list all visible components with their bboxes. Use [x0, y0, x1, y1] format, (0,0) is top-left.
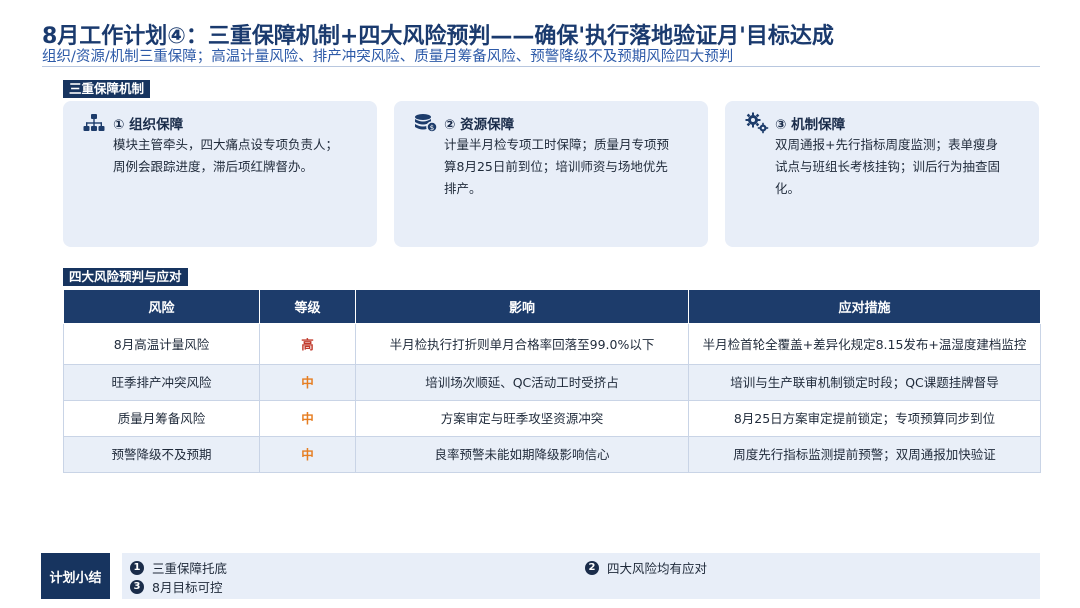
table-header-row: 风险 等级 影响 应对措施 — [63, 289, 1041, 324]
card-line: 试点与班组长考核挂钩；训后行为抽查固 — [775, 159, 1001, 174]
column-header-risk: 风险 — [63, 289, 260, 324]
cell-risk: 旺季排产冲突风险 — [63, 364, 260, 401]
card-body: 计量半月检专项工时保障；质量月专项预 算8月25日前到位；培训师资与场地优先 排… — [444, 134, 692, 200]
coin-stack-icon: $ — [414, 113, 440, 133]
card-line: 计量半月检专项工时保障；质量月专项预 — [444, 137, 670, 152]
summary-label: 计划小结 — [41, 553, 110, 599]
card-line: 双周通报+先行指标周度监测；表单瘦身 — [775, 137, 998, 152]
cell-level: 中 — [259, 364, 356, 401]
section-label-guarantee: 三重保障机制 — [63, 80, 151, 98]
cell-level: 中 — [259, 436, 356, 473]
summary-item: 1 三重保障托底 — [130, 558, 227, 577]
summary-item: 2 四大风险均有应对 — [585, 558, 707, 577]
table-row: 旺季排产冲突风险 中 培训场次顺延、QC活动工时受挤占 培训与生产联审机制锁定时… — [63, 364, 1041, 401]
cell-risk: 预警降级不及预期 — [63, 436, 260, 473]
cell-measure: 8月25日方案审定提前锁定；专项预算同步到位 — [688, 400, 1041, 437]
gears-icon — [745, 112, 771, 134]
table-row: 预警降级不及预期 中 良率预警未能如期降级影响信心 周度先行指标监测提前预警；双… — [63, 436, 1041, 473]
table-row: 8月高温计量风险 高 半月检执行打折则单月合格率回落至99.0%以下 半月检首轮… — [63, 323, 1041, 365]
summary-text: 四大风险均有应对 — [607, 561, 708, 576]
summary-item: 3 8月目标可控 — [130, 577, 222, 596]
card-line: 模块主管牵头，四大痛点设专项负责人； — [113, 137, 339, 152]
card-line: 周例会跟踪进度，滞后项红牌督办。 — [113, 159, 314, 174]
card-line: 算8月25日前到位；培训师资与场地优先 — [444, 159, 668, 174]
column-header-level: 等级 — [259, 289, 356, 324]
number-badge: 3 — [130, 579, 144, 594]
card-line: 化。 — [775, 181, 801, 196]
card-line: 排产。 — [444, 181, 482, 196]
cell-risk: 8月高温计量风险 — [63, 323, 260, 365]
cell-measure: 培训与生产联审机制锁定时段；QC课题挂牌督导 — [688, 364, 1041, 401]
title-divider — [42, 66, 1040, 67]
org-chart-icon — [83, 113, 109, 133]
column-header-impact: 影响 — [355, 289, 689, 324]
card-title: ③ 机制保障 — [775, 117, 846, 133]
card-title: ② 资源保障 — [444, 117, 515, 133]
cell-impact: 良率预警未能如期降级影响信心 — [355, 436, 689, 473]
card-mechanism: ③ 机制保障 双周通报+先行指标周度监测；表单瘦身 试点与班组长考核挂钩；训后行… — [725, 101, 1039, 247]
cell-impact: 方案审定与旺季攻坚资源冲突 — [355, 400, 689, 437]
cell-risk: 质量月筹备风险 — [63, 400, 260, 437]
card-title: ① 组织保障 — [113, 117, 184, 133]
card-body: 双周通报+先行指标周度监测；表单瘦身 试点与班组长考核挂钩；训后行为抽查固 化。 — [775, 134, 1023, 200]
cell-level: 中 — [259, 400, 356, 437]
summary-text: 8月目标可控 — [152, 580, 223, 595]
card-organization: ① 组织保障 模块主管牵头，四大痛点设专项负责人； 周例会跟踪进度，滞后项红牌督… — [63, 101, 377, 247]
page-subtitle: 组织/资源/机制三重保障；高温计量风险、排产冲突风险、质量月筹备风险、预警降级不… — [42, 49, 734, 65]
cell-impact: 半月检执行打折则单月合格率回落至99.0%以下 — [355, 323, 689, 365]
cell-measure: 半月检首轮全覆盖+差异化规定8.15发布+温湿度建档监控 — [688, 323, 1041, 365]
number-badge: 1 — [130, 560, 144, 575]
cell-measure: 周度先行指标监测提前预警；双周通报加快验证 — [688, 436, 1041, 473]
column-header-measure: 应对措施 — [688, 289, 1041, 324]
cell-impact: 培训场次顺延、QC活动工时受挤占 — [355, 364, 689, 401]
svg-text:$: $ — [430, 124, 434, 132]
risk-table: 风险 等级 影响 应对措施 8月高温计量风险 高 半月检执行打折则单月合格率回落… — [63, 289, 1041, 473]
cell-level: 高 — [259, 323, 356, 365]
number-badge: 2 — [585, 560, 599, 575]
card-resources: $ ② 资源保障 计量半月检专项工时保障；质量月专项预 算8月25日前到位；培训… — [394, 101, 708, 247]
summary-text: 三重保障托底 — [152, 561, 228, 576]
table-row: 质量月筹备风险 中 方案审定与旺季攻坚资源冲突 8月25日方案审定提前锁定；专项… — [63, 400, 1041, 437]
summary-box: 1 三重保障托底 2 四大风险均有应对 3 8月目标可控 — [122, 553, 1040, 599]
section-label-risks: 四大风险预判与应对 — [63, 268, 188, 286]
card-body: 模块主管牵头，四大痛点设专项负责人； 周例会跟踪进度，滞后项红牌督办。 — [113, 134, 361, 178]
